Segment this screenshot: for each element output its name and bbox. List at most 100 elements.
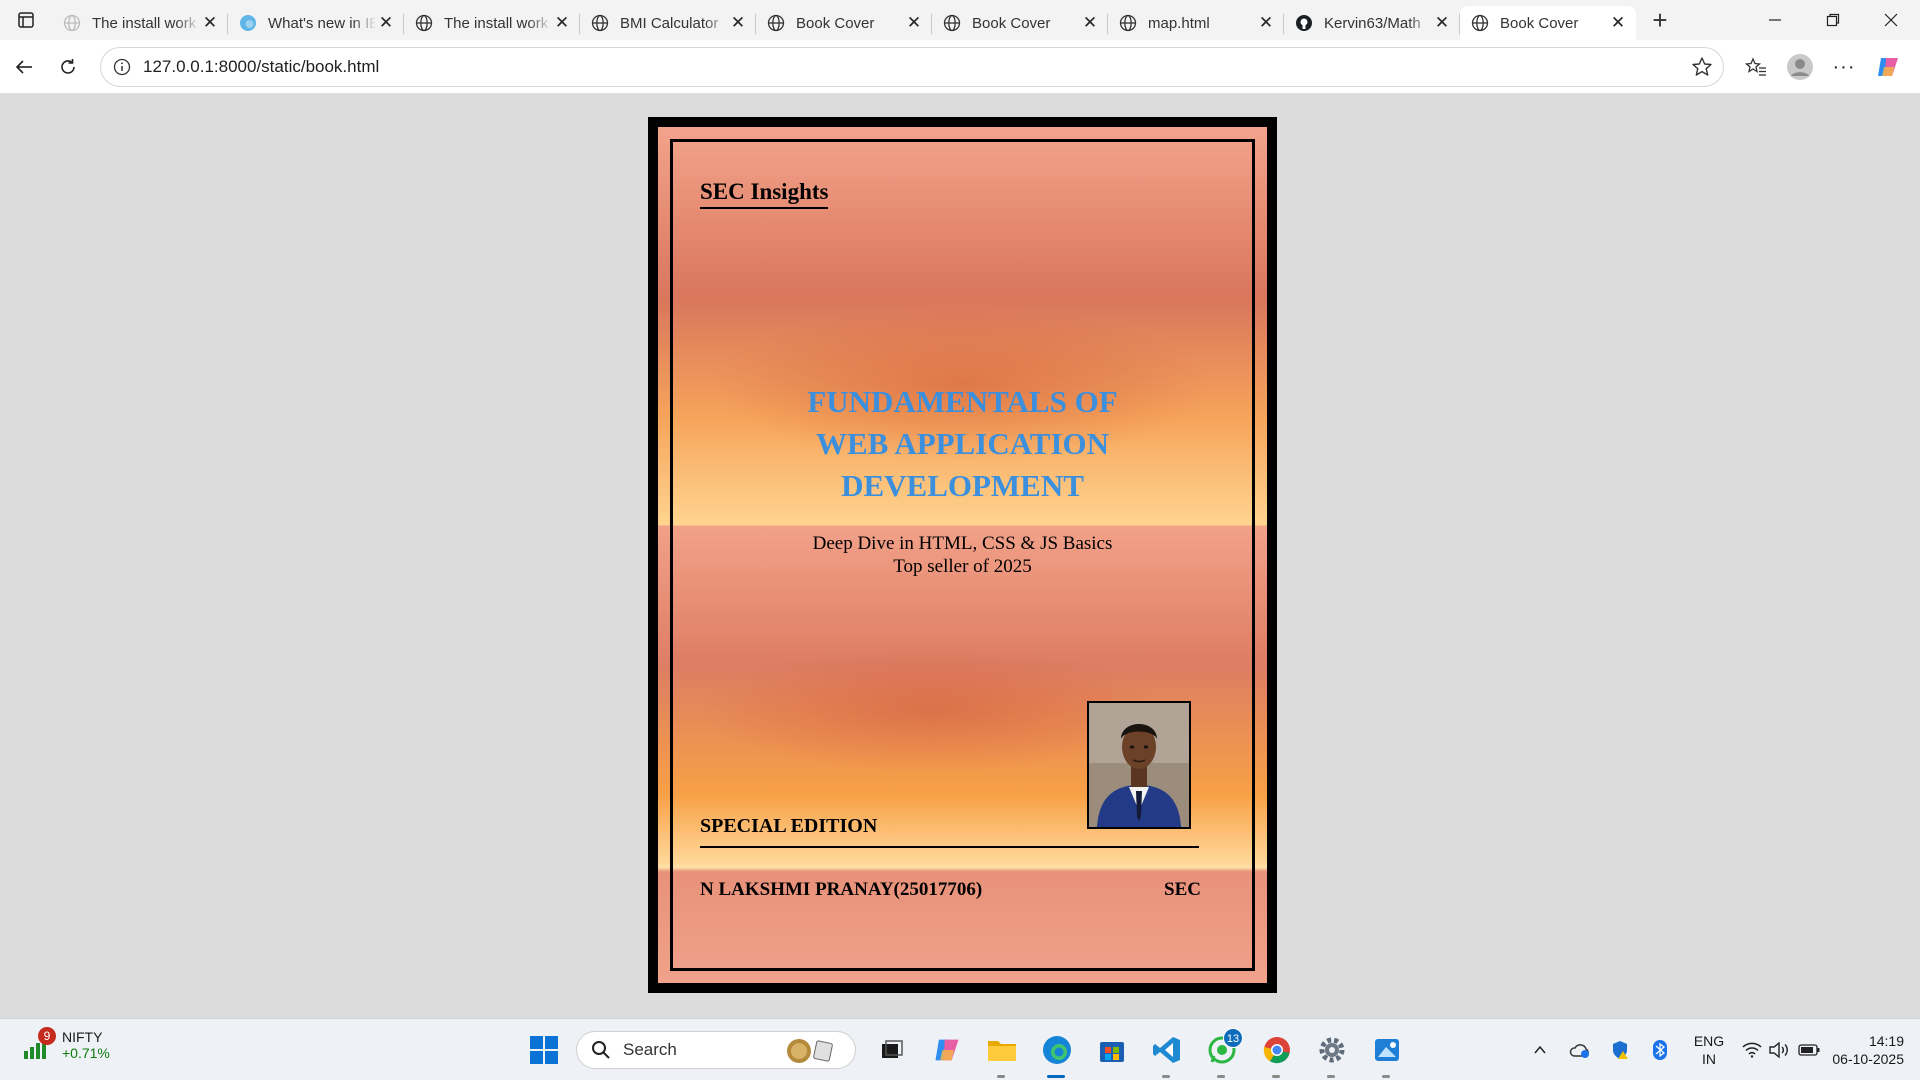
running-indicator (1272, 1075, 1280, 1078)
subtitle-block: Deep Dive in HTML, CSS & JS Basics Top s… (658, 532, 1267, 578)
tab-title: Book Cover (796, 14, 875, 32)
globe-icon (1118, 13, 1138, 33)
clock-time: 14:19 (1868, 1033, 1904, 1049)
bluetooth-tray[interactable] (1640, 1030, 1680, 1070)
back-button[interactable] (2, 47, 46, 87)
show-hidden-icons-button[interactable] (1520, 1030, 1560, 1070)
favorite-star-icon[interactable] (1691, 56, 1713, 78)
github-icon (1294, 13, 1314, 33)
tab-9-active[interactable]: Book Cover ✕ (1460, 6, 1636, 40)
refresh-button[interactable] (46, 47, 90, 87)
profile-button[interactable] (1778, 47, 1822, 87)
toolbar-right: ··· (1734, 47, 1910, 87)
running-indicator (1217, 1075, 1225, 1078)
search-placeholder: Search (623, 1040, 677, 1059)
close-tab-icon[interactable]: ✕ (552, 13, 572, 33)
close-tab-icon[interactable]: ✕ (1080, 13, 1100, 33)
tab-title: map.html (1148, 14, 1210, 32)
widget-name: NIFTY (62, 1029, 103, 1045)
copilot-app-icon (934, 1039, 959, 1061)
windows-logo-icon (530, 1036, 558, 1064)
subtitle: Deep Dive in HTML, CSS & JS Basics (812, 533, 1113, 554)
site-info-icon[interactable] (113, 58, 131, 76)
whatsapp-app[interactable]: 13 (1194, 1028, 1249, 1078)
close-tab-icon[interactable]: ✕ (376, 13, 396, 33)
tab-1[interactable]: The install work ✕ (52, 6, 228, 40)
tab-7[interactable]: map.html ✕ (1108, 6, 1284, 40)
title-line-1: FUNDAMENTALS OF (807, 384, 1118, 419)
more-dots-icon: ··· (1832, 55, 1856, 78)
start-button[interactable] (524, 1030, 564, 1070)
running-indicator (1162, 1075, 1170, 1078)
close-tab-icon[interactable]: ✕ (904, 13, 924, 33)
language-indicator[interactable]: ENG IN (1680, 1032, 1738, 1068)
close-tab-icon[interactable]: ✕ (1432, 13, 1452, 33)
notification-badge: 9 (38, 1027, 56, 1045)
stock-widget[interactable]: 9 NIFTY +0.71% (22, 1027, 110, 1061)
book-title: FUNDAMENTALS OF WEB APPLICATION DEVELOPM… (658, 381, 1267, 507)
address-bar[interactable]: 127.0.0.1:8000/static/book.html (100, 47, 1724, 87)
tab-3[interactable]: The install work ✕ (404, 6, 580, 40)
favorites-button[interactable] (1734, 47, 1778, 87)
battery-tray[interactable] (1794, 1030, 1824, 1070)
window-controls (1746, 0, 1920, 40)
photos-app[interactable] (1359, 1028, 1414, 1078)
globe-icon (942, 13, 962, 33)
copilot-button[interactable] (1866, 47, 1910, 87)
chrome-icon (1263, 1037, 1290, 1064)
wifi-tray[interactable] (1738, 1030, 1766, 1070)
vscode-app[interactable] (1139, 1028, 1194, 1078)
globe-icon (1470, 13, 1490, 33)
onedrive-tray[interactable] (1560, 1030, 1600, 1070)
tab-actions-button[interactable] (0, 0, 52, 40)
language-code: ENG (1693, 1033, 1725, 1049)
edge-icon (238, 13, 258, 33)
publisher-name: SEC Insights (700, 179, 829, 209)
task-view-icon (881, 1040, 903, 1058)
close-tab-icon[interactable]: ✕ (1256, 13, 1276, 33)
tagline: Top seller of 2025 (893, 556, 1032, 577)
close-tab-icon[interactable]: ✕ (1608, 13, 1628, 33)
windows-taskbar: 9 NIFTY +0.71% Search 13 ENG IN 14:19 06… (0, 1018, 1920, 1080)
close-tab-icon[interactable]: ✕ (728, 13, 748, 33)
volume-tray[interactable] (1766, 1030, 1794, 1070)
tab-4[interactable]: BMI Calculator ✕ (580, 6, 756, 40)
tab-title: The install work (92, 14, 197, 32)
bluetooth-icon (1653, 1040, 1667, 1060)
tab-5[interactable]: Book Cover ✕ (756, 6, 932, 40)
tab-2[interactable]: What's new in IE ✕ (228, 6, 404, 40)
settings-app[interactable] (1304, 1028, 1359, 1078)
gear-icon (1319, 1037, 1344, 1063)
shield-icon (1613, 1041, 1628, 1059)
close-tab-icon[interactable]: ✕ (200, 13, 220, 33)
page-viewport: SEC Insights FUNDAMENTALS OF WEB APPLICA… (4, 94, 1916, 1018)
file-explorer-app[interactable] (974, 1028, 1029, 1078)
close-window-button[interactable] (1862, 0, 1920, 40)
more-options-button[interactable]: ··· (1822, 47, 1866, 87)
minimize-button[interactable] (1746, 0, 1804, 40)
url-text: 127.0.0.1:8000/static/book.html (143, 57, 380, 76)
new-tab-button[interactable]: + (1640, 0, 1680, 40)
restore-button[interactable] (1804, 0, 1862, 40)
unread-badge: 13 (1223, 1028, 1243, 1048)
running-indicator (1327, 1075, 1335, 1078)
tab-8[interactable]: Kervin63/Math ✕ (1284, 6, 1460, 40)
browser-toolbar: 127.0.0.1:8000/static/book.html ··· (0, 40, 1920, 94)
taskbar-apps: Search 13 (524, 1028, 1414, 1078)
chevron-up-icon (1534, 1045, 1546, 1054)
store-app[interactable] (1084, 1028, 1139, 1072)
tab-title: Kervin63/Math (1324, 14, 1421, 32)
taskbar-search[interactable]: Search (576, 1031, 856, 1069)
copilot-app[interactable] (919, 1028, 974, 1072)
cloud-icon (1569, 1044, 1589, 1058)
security-tray[interactable] (1600, 1030, 1640, 1070)
task-view-button[interactable] (864, 1028, 919, 1072)
clock[interactable]: 14:19 06-10-2025 (1824, 1032, 1920, 1068)
globe-icon (590, 13, 610, 33)
profile-avatar-icon (1787, 54, 1813, 80)
edge-browser-app[interactable] (1029, 1028, 1084, 1078)
chrome-app[interactable] (1249, 1028, 1304, 1078)
tab-title: The install work (444, 14, 549, 32)
tab-6[interactable]: Book Cover ✕ (932, 6, 1108, 40)
restore-icon (1826, 13, 1840, 27)
